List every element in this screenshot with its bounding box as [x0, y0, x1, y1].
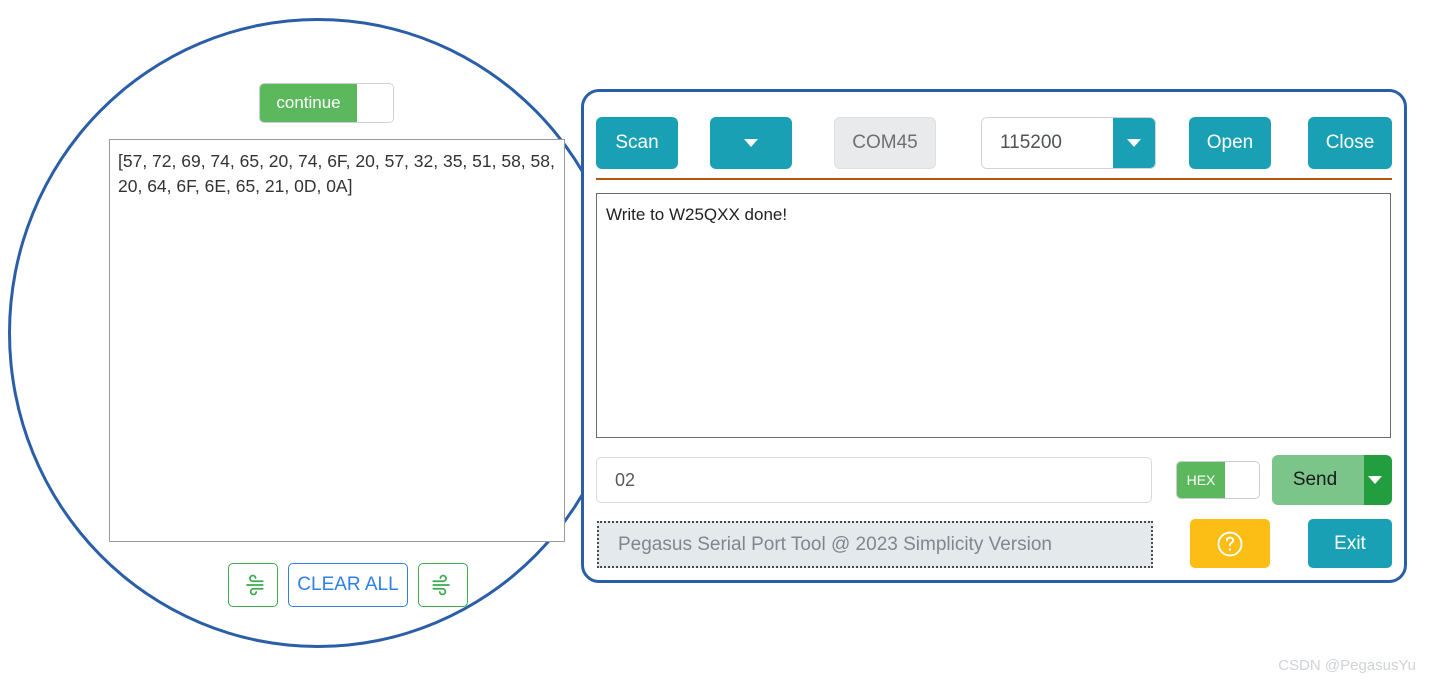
help-button[interactable] [1190, 519, 1270, 568]
watermark: CSDN @PegasusYu [1278, 657, 1416, 674]
close-port-button[interactable]: Close [1308, 117, 1392, 169]
scan-button[interactable]: Scan [596, 117, 678, 169]
continue-toggle-label: continue [260, 84, 357, 122]
open-port-button[interactable]: Open [1189, 117, 1271, 169]
send-dropdown-button[interactable] [1358, 455, 1392, 505]
chevron-down-icon [744, 139, 758, 147]
question-circle-icon [1217, 531, 1243, 556]
hex-toggle-knob [1225, 462, 1259, 498]
toolbar-divider [596, 178, 1392, 180]
clear-all-button-label: CLEAR ALL [297, 574, 399, 595]
receive-textarea[interactable]: Write to W25QXX done! [596, 193, 1391, 438]
send-input[interactable]: 02 [596, 457, 1152, 503]
chevron-down-icon [1368, 476, 1382, 484]
continue-toggle[interactable]: continue [259, 83, 394, 123]
clear-all-button[interactable]: CLEAR ALL [288, 563, 408, 607]
status-bar: Pegasus Serial Port Tool @ 2023 Simplici… [597, 521, 1153, 568]
chevron-down-icon [1127, 139, 1141, 147]
close-button-label: Close [1325, 132, 1375, 153]
wind-icon [246, 574, 264, 596]
send-input-value: 02 [615, 469, 636, 490]
clear-receive-button[interactable] [228, 563, 278, 607]
hex-dump-textarea[interactable]: [57, 72, 69, 74, 65, 20, 74, 6F, 20, 57,… [109, 139, 565, 542]
hex-toggle-label: HEX [1177, 462, 1225, 498]
scan-button-label: Scan [615, 132, 659, 153]
baud-rate-value: 115200 [982, 118, 1113, 168]
port-dropdown-button[interactable] [710, 117, 792, 169]
screenshot-root: Scan COM45 115200 Open Close Write to W2… [0, 0, 1430, 688]
open-button-label: Open [1206, 132, 1254, 153]
send-button[interactable]: Send [1266, 449, 1364, 511]
send-split-button: Send [1266, 449, 1392, 511]
toolbar: Scan COM45 115200 Open Close [596, 117, 1392, 169]
exit-button-label: Exit [1334, 532, 1366, 554]
status-bar-text: Pegasus Serial Port Tool @ 2023 Simplici… [618, 533, 1052, 555]
continue-toggle-knob [357, 84, 393, 122]
wind-icon [432, 574, 450, 596]
exit-button[interactable]: Exit [1308, 519, 1392, 568]
baud-rate-combobox[interactable]: 115200 [981, 117, 1156, 169]
com-port-value: COM45 [852, 132, 918, 153]
clear-send-button[interactable] [418, 563, 468, 607]
com-port-field[interactable]: COM45 [834, 117, 936, 169]
baud-rate-dropdown-button[interactable] [1113, 118, 1155, 168]
send-button-label: Send [1292, 469, 1338, 490]
hex-toggle[interactable]: HEX [1176, 461, 1260, 499]
